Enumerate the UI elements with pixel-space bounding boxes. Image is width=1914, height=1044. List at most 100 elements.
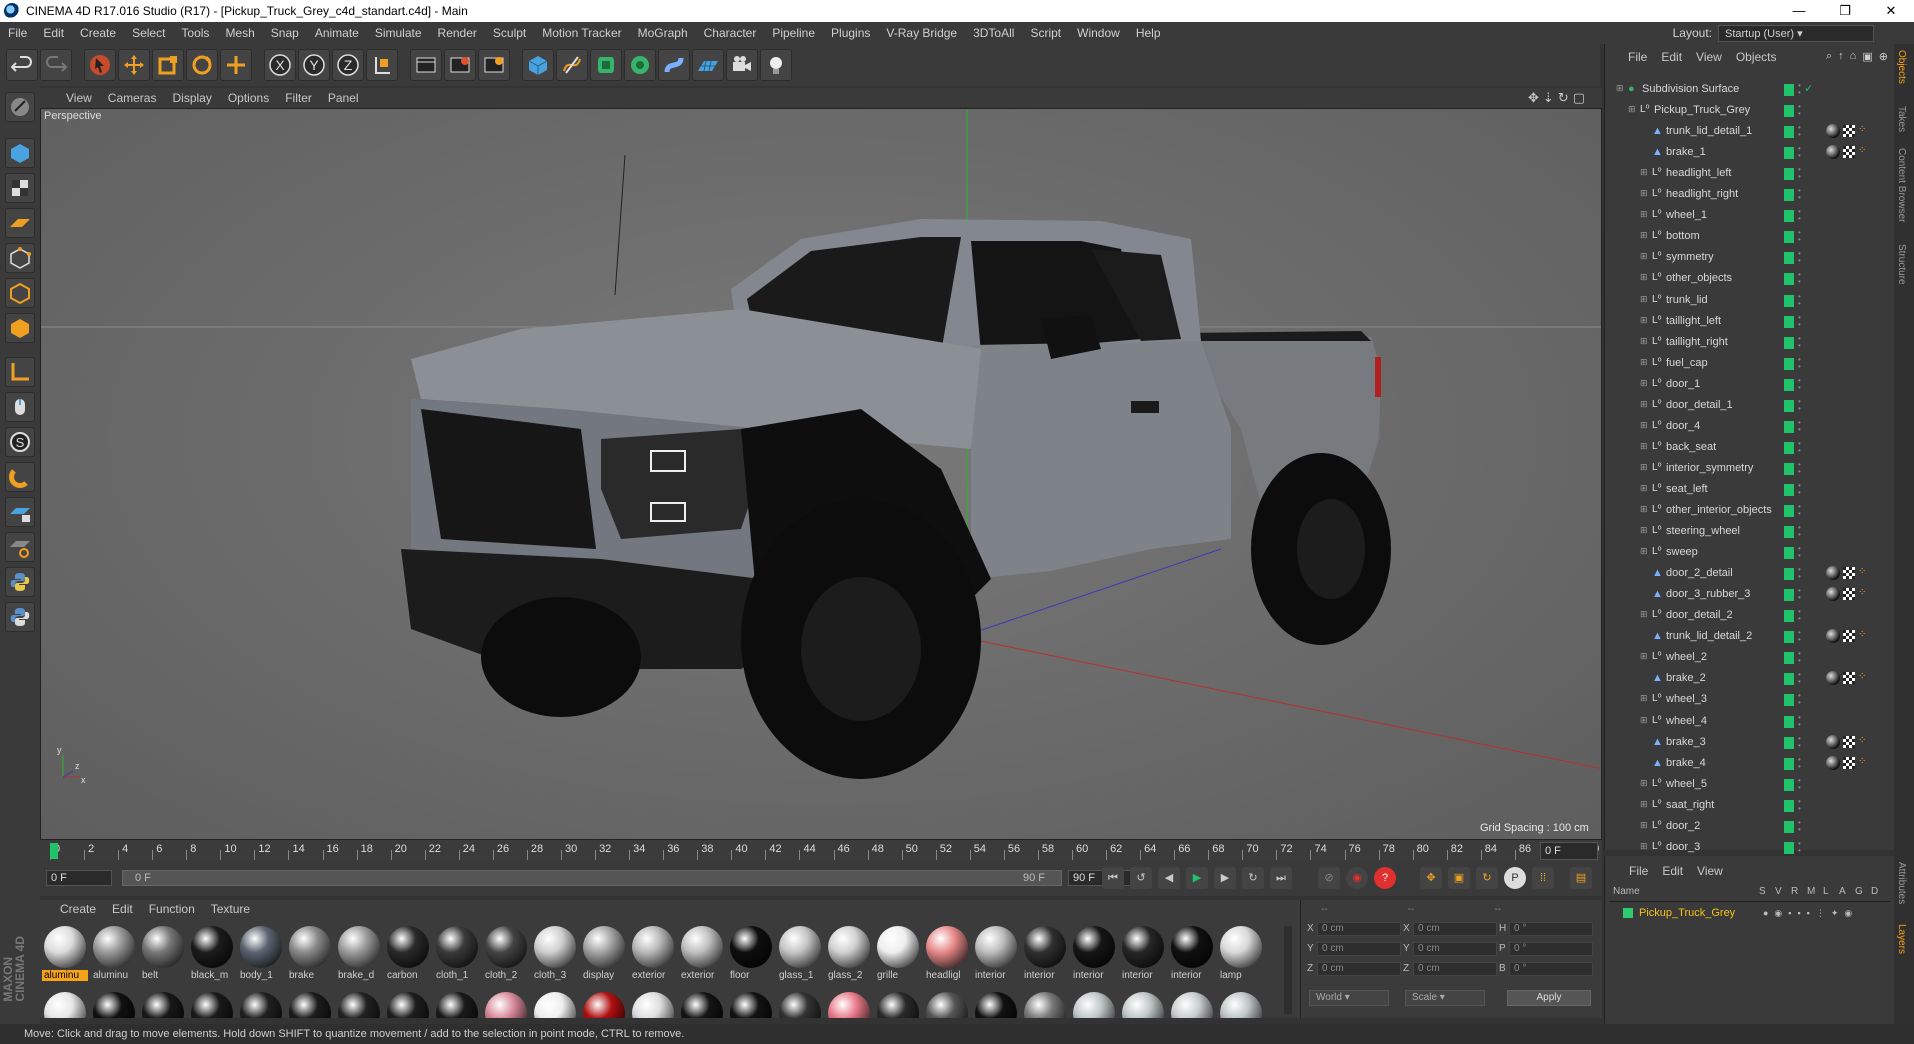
layer-color-tag[interactable]	[1784, 483, 1794, 496]
home-icon[interactable]: ⌂	[1850, 50, 1857, 63]
layer-color-tag[interactable]	[1784, 441, 1794, 454]
expand-toggle-icon[interactable]: ⊞	[1640, 230, 1648, 241]
viewport-menu-panel[interactable]: Panel	[328, 91, 359, 105]
object-name[interactable]: door_4	[1666, 420, 1700, 432]
coordinate-mode-dropdown[interactable]: World ▾	[1309, 990, 1389, 1006]
object-name[interactable]: door_detail_1	[1666, 399, 1733, 411]
object-name[interactable]: wheel_1	[1666, 209, 1707, 221]
expand-toggle-icon[interactable]: ⊞	[1640, 693, 1648, 704]
visibility-dots-icon[interactable]: • •	[1798, 124, 1801, 139]
object-row[interactable]: ⊞ L⁰ wheel_2 • •	[1604, 648, 1894, 668]
layer-color-tag[interactable]	[1784, 820, 1794, 833]
menu-render[interactable]: Render	[430, 26, 485, 40]
material-swatch[interactable]: glass_1	[777, 924, 823, 986]
menu-simulate[interactable]: Simulate	[367, 26, 430, 40]
next-frame-button[interactable]: ▶	[1214, 867, 1236, 889]
coord-field[interactable]: 0 °	[1509, 942, 1593, 956]
object-name[interactable]: wheel_2	[1666, 651, 1707, 663]
material-scrollbar[interactable]	[1284, 926, 1292, 1014]
expand-toggle-icon[interactable]: ⊞	[1640, 778, 1648, 789]
material-swatch[interactable]: interior	[1169, 924, 1215, 986]
material-swatch[interactable]	[483, 990, 529, 1018]
uvw-tag-icon[interactable]: ⁘	[1858, 671, 1866, 685]
material-tag-icon[interactable]	[1826, 734, 1840, 749]
layer-color-tag[interactable]	[1784, 147, 1794, 160]
texture-tag-icon[interactable]	[1843, 672, 1855, 685]
object-row[interactable]: ⊞ L⁰ wheel_1 • •	[1604, 206, 1894, 226]
light-icon[interactable]	[760, 49, 792, 81]
object-name[interactable]: taillight_right	[1666, 336, 1728, 348]
object-row[interactable]: ⊞ L⁰ headlight_right • •	[1604, 185, 1894, 205]
timeline-window-icon[interactable]: ▤	[1570, 867, 1592, 889]
object-row[interactable]: ⊞ L⁰ other_objects • •	[1604, 269, 1894, 289]
object-name[interactable]: door_detail_2	[1666, 609, 1733, 621]
cube-primitive-icon[interactable]	[522, 49, 554, 81]
material-swatch[interactable]: cloth_2	[483, 924, 529, 986]
material-swatch[interactable]: display	[581, 924, 627, 986]
material-menu-function[interactable]: Function	[149, 902, 195, 916]
apply-button[interactable]: Apply	[1507, 990, 1591, 1006]
record-keys-button[interactable]: ⊘	[1318, 867, 1340, 889]
layer-color-tag[interactable]	[1784, 631, 1794, 644]
layer-name[interactable]: Pickup_Truck_Grey	[1639, 907, 1763, 919]
material-tag-icon[interactable]	[1826, 629, 1840, 644]
expand-toggle-icon[interactable]: ⊞	[1640, 820, 1648, 831]
magnet-icon[interactable]	[5, 462, 35, 492]
texture-mode-icon[interactable]	[5, 173, 35, 203]
object-row[interactable]: ▲ trunk_lid_detail_2 • • ⁘	[1604, 627, 1894, 647]
menu-create[interactable]: Create	[72, 26, 124, 40]
expand-toggle-icon[interactable]: ⊞	[1640, 504, 1648, 515]
visibility-dots-icon[interactable]: • •	[1798, 103, 1801, 118]
object-row[interactable]: ⊞ L⁰ door_3 • •	[1604, 838, 1894, 858]
texture-tag-icon[interactable]	[1843, 125, 1855, 138]
material-swatch[interactable]: grille	[875, 924, 921, 986]
menu-snap[interactable]: Snap	[263, 26, 307, 40]
object-name[interactable]: wheel_5	[1666, 778, 1707, 790]
material-swatch[interactable]	[189, 990, 235, 1018]
menu-sculpt[interactable]: Sculpt	[485, 26, 534, 40]
minimize-button[interactable]: —	[1776, 0, 1822, 22]
expand-toggle-icon[interactable]: ⊞	[1640, 399, 1648, 410]
layer-color-tag[interactable]	[1784, 189, 1794, 202]
object-name[interactable]: headlight_right	[1666, 188, 1738, 200]
material-swatch[interactable]: glass_2	[826, 924, 872, 986]
search-icon[interactable]: ⌕	[1826, 50, 1832, 63]
material-swatch[interactable]	[434, 990, 480, 1018]
expand-toggle-icon[interactable]: ⊞	[1640, 546, 1648, 557]
layer-toggle-icons[interactable]: ●◉▪▪▪⋮✦◉	[1763, 908, 1858, 919]
menu-plugins[interactable]: Plugins	[823, 26, 878, 40]
visibility-dots-icon[interactable]: • •	[1798, 692, 1801, 707]
object-name[interactable]: trunk_lid_detail_1	[1666, 125, 1752, 137]
layer-color-tag[interactable]	[1784, 505, 1794, 517]
layer-menu-file[interactable]: File	[1629, 864, 1648, 878]
visibility-dots-icon[interactable]: • •	[1798, 608, 1801, 623]
layer-menu-view[interactable]: View	[1697, 864, 1723, 878]
object-row[interactable]: ⊞ L⁰ wheel_5 • •	[1604, 775, 1894, 795]
material-menu-edit[interactable]: Edit	[112, 902, 133, 916]
material-swatch[interactable]: aluminu	[91, 924, 137, 986]
next-key-button[interactable]: ↻	[1242, 867, 1264, 889]
up-arrow-icon[interactable]: ↑	[1838, 50, 1844, 63]
subdivision-surface-icon[interactable]	[590, 49, 622, 81]
layer-row[interactable]: Pickup_Truck_Grey ●◉▪▪▪⋮✦◉	[1609, 904, 1891, 922]
current-frame-field[interactable]: 0 F	[1540, 842, 1598, 860]
transform-tool-icon[interactable]	[220, 49, 252, 81]
layer-color-tag[interactable]	[1784, 420, 1794, 433]
visibility-dots-icon[interactable]: • •	[1798, 166, 1801, 181]
layer-color-tag[interactable]	[1784, 462, 1794, 475]
visibility-dots-icon[interactable]: • •	[1798, 250, 1801, 265]
expand-toggle-icon[interactable]: ⊞	[1640, 378, 1648, 389]
visibility-dots-icon[interactable]: • •	[1798, 755, 1801, 770]
menu-select[interactable]: Select	[124, 26, 173, 40]
visibility-dots-icon[interactable]: • •	[1798, 439, 1801, 454]
coord-field[interactable]: 0 cm	[1317, 922, 1401, 936]
expand-toggle-icon[interactable]: ⊞	[1640, 315, 1648, 326]
layer-color-tag[interactable]	[1784, 315, 1794, 328]
material-swatch[interactable]: interior	[973, 924, 1019, 986]
menu-help[interactable]: Help	[1128, 26, 1169, 40]
snapping-icon[interactable]: S	[5, 427, 35, 457]
object-row[interactable]: ⊞ L⁰ other_interior_objects • •	[1604, 501, 1894, 521]
object-name[interactable]: symmetry	[1666, 251, 1714, 263]
menu-pipeline[interactable]: Pipeline	[764, 26, 823, 40]
expand-toggle-icon[interactable]: ⊞	[1640, 483, 1648, 494]
